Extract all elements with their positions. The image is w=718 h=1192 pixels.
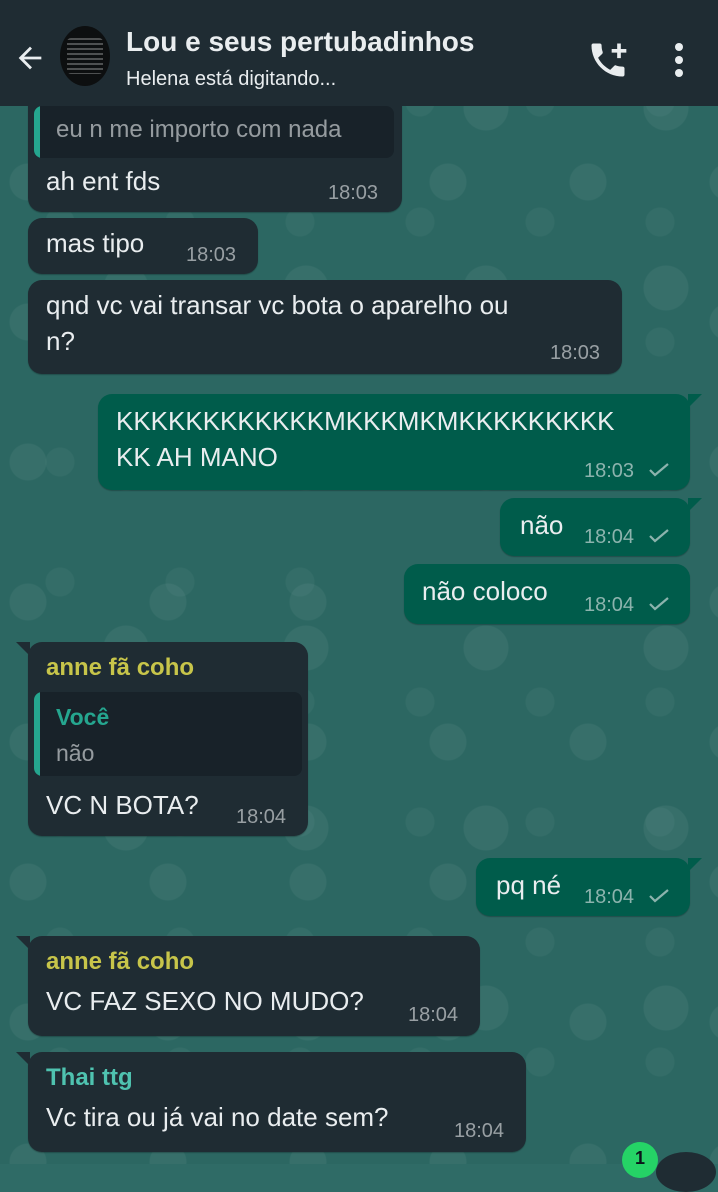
message-time: 18:03 bbox=[328, 182, 379, 204]
message-text: VC N BOTA? bbox=[46, 790, 199, 820]
message-bubble-outgoing[interactable]: pq né 18:04 bbox=[476, 858, 702, 916]
message-bubble-incoming[interactable]: eu n me importo com nada ah ent fds 18:0… bbox=[28, 88, 402, 212]
bubble-tail bbox=[688, 394, 702, 408]
message-text-line: KK AH MANO bbox=[116, 442, 278, 472]
message-bubble-incoming[interactable]: anne fã coho VC FAZ SEXO NO MUDO? 18:04 bbox=[16, 936, 480, 1036]
unread-count-badge: 1 bbox=[622, 1142, 658, 1178]
message-text-line: qnd vc vai transar vc bota o aparelho ou bbox=[46, 290, 509, 320]
quoted-text: não bbox=[56, 740, 95, 766]
back-button[interactable] bbox=[10, 38, 50, 78]
quote-author: Você bbox=[56, 704, 110, 730]
bubble-tail bbox=[688, 858, 702, 872]
message-time: 18:04 bbox=[584, 886, 635, 908]
sent-check-icon bbox=[649, 463, 669, 477]
message-time: 18:04 bbox=[584, 594, 635, 616]
message-bubble-incoming[interactable]: Thai ttg Vc tira ou já vai no date sem? … bbox=[16, 1052, 526, 1152]
message-time: 18:04 bbox=[236, 806, 287, 828]
quote-accent-bar bbox=[34, 106, 40, 158]
message-bubble-outgoing[interactable]: não 18:04 bbox=[500, 498, 702, 556]
more-vert-icon bbox=[675, 43, 683, 77]
message-text: ah ent fds bbox=[46, 166, 161, 196]
message-time: 18:04 bbox=[454, 1120, 505, 1142]
quote-accent-bar bbox=[34, 692, 40, 776]
message-text-line: KKKKKKKKKKKKMKKKMKMKKKKKKKKK bbox=[116, 406, 615, 436]
sent-check-icon bbox=[649, 597, 669, 611]
bubble-tail bbox=[688, 498, 702, 512]
message-time: 18:03 bbox=[550, 342, 601, 364]
message-text: Vc tira ou já vai no date sem? bbox=[46, 1102, 389, 1132]
message-text: pq né bbox=[496, 870, 562, 900]
message-text: não bbox=[520, 510, 564, 540]
message-text-line: n? bbox=[46, 326, 75, 356]
quoted-text: eu n me importo com nada bbox=[56, 116, 342, 143]
chat-header: Lou e seus pertubadinhos Helena está dig… bbox=[0, 0, 718, 106]
avatar-image bbox=[67, 38, 103, 74]
message-time: 18:03 bbox=[186, 244, 237, 266]
chat-title[interactable]: Lou e seus pertubadinhos bbox=[126, 26, 474, 58]
quoted-message[interactable]: Você não bbox=[34, 692, 302, 776]
add-call-button[interactable] bbox=[586, 38, 630, 82]
sender-name[interactable]: Thai ttg bbox=[46, 1064, 133, 1092]
message-bubble-incoming[interactable]: mas tipo 18:03 bbox=[28, 218, 258, 274]
more-options-button[interactable] bbox=[664, 38, 694, 82]
message-time: 18:04 bbox=[408, 1004, 459, 1026]
message-text: VC FAZ SEXO NO MUDO? bbox=[46, 986, 364, 1016]
add-call-icon bbox=[591, 43, 627, 77]
sent-check-icon bbox=[649, 529, 669, 543]
message-text: não coloco bbox=[422, 576, 548, 606]
bubble-tail bbox=[16, 642, 30, 656]
message-bubble-incoming[interactable]: qnd vc vai transar vc bota o aparelho ou… bbox=[28, 280, 622, 374]
sent-check-icon bbox=[649, 889, 669, 903]
arrow-left-icon bbox=[18, 46, 42, 70]
sender-name[interactable]: anne fã coho bbox=[46, 654, 194, 682]
message-bubble-outgoing[interactable]: KKKKKKKKKKKKMKKKMKMKKKKKKKKK KK AH MANO … bbox=[98, 394, 702, 490]
message-time: 18:03 bbox=[584, 460, 635, 482]
message-text: mas tipo bbox=[46, 228, 145, 258]
group-avatar[interactable] bbox=[60, 26, 110, 86]
bubble-tail bbox=[16, 1052, 30, 1066]
sender-name[interactable]: anne fã coho bbox=[46, 948, 194, 976]
bubble-tail bbox=[16, 936, 30, 950]
quoted-message[interactable]: eu n me importo com nada bbox=[34, 106, 394, 158]
message-bubble-outgoing[interactable]: não coloco 18:04 bbox=[404, 564, 690, 624]
typing-status: Helena está digitando... bbox=[126, 68, 337, 90]
message-bubble-incoming[interactable]: anne fã coho Você não VC N BOTA? 18:04 bbox=[16, 642, 308, 836]
scroll-to-bottom-button[interactable] bbox=[656, 1152, 716, 1192]
message-time: 18:04 bbox=[584, 526, 635, 548]
